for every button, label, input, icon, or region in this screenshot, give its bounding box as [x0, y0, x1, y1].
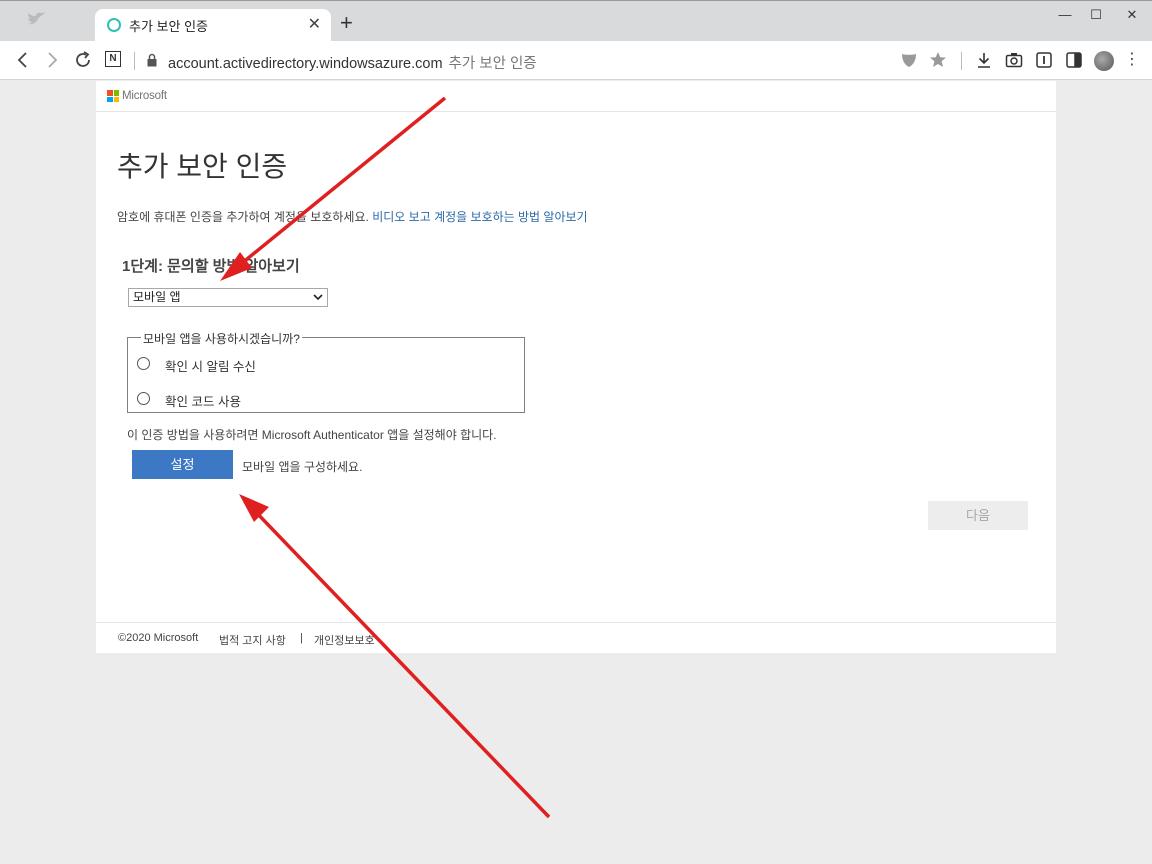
toolbar-divider: [134, 52, 135, 70]
copyright: ©2020 Microsoft: [118, 632, 199, 644]
notion-icon[interactable]: N: [105, 51, 121, 67]
legal-link[interactable]: 법적 고지 사항: [219, 632, 286, 648]
intro-video-link[interactable]: 비디오 보고 계정을 보호하는 방법 알아보기: [372, 210, 587, 224]
microsoft-logo-icon: [107, 90, 119, 102]
intro-text: 암호에 휴대폰 인증을 추가하여 계정을 보호하세요.: [117, 210, 369, 224]
star-icon[interactable]: [928, 50, 948, 70]
brand-name: Microsoft: [122, 90, 167, 102]
browser-titlebar: 추가 보안 인증 ✕ + — ☐ ✕: [0, 0, 1152, 42]
reader-icon[interactable]: [1034, 50, 1054, 70]
footer-divider: |: [300, 632, 303, 644]
radio-label: 확인 시 알림 수신: [165, 360, 256, 374]
chevron-down-icon: [313, 289, 323, 312]
camera-icon[interactable]: [1004, 50, 1024, 70]
url-page-title: 추가 보안 인증: [448, 56, 537, 72]
new-tab-button[interactable]: +: [340, 12, 353, 34]
menu-icon[interactable]: ⋮: [1124, 50, 1140, 70]
url-text: account.activedirectory.windowsazure.com: [168, 56, 443, 72]
setup-description: 모바일 앱을 구성하세요.: [242, 460, 363, 474]
sidebar-icon[interactable]: [1064, 50, 1084, 70]
download-icon[interactable]: [974, 50, 994, 70]
tab-title: 추가 보안 인증: [129, 19, 208, 34]
fieldset-legend: 모바일 앱을 사용하시겠습니까?: [141, 330, 302, 347]
step-heading: 1단계: 문의할 방법 알아보기: [122, 258, 300, 275]
next-button[interactable]: 다음: [928, 501, 1028, 530]
intro-paragraph: 암호에 휴대폰 인증을 추가하여 계정을 보호하세요. 비디오 보고 계정을 보…: [117, 208, 588, 225]
select-value: 모바일 앱: [133, 290, 181, 304]
browser-logo-icon: [28, 12, 46, 25]
close-window-button[interactable]: ✕: [1120, 6, 1144, 24]
page-footer: ©2020 Microsoft 법적 고지 사항 | 개인정보보호: [96, 622, 1056, 653]
tab-close-icon[interactable]: ✕: [308, 14, 321, 34]
shield-icon[interactable]: [899, 50, 919, 70]
page-title: 추가 보안 인증: [117, 151, 288, 182]
browser-toolbar: N account.activedirectory.windowsazure.c…: [0, 41, 1152, 80]
mobile-app-fieldset: 모바일 앱을 사용하시겠습니까? 확인 시 알림 수신 확인 코드 사용: [127, 330, 525, 413]
page-header: Microsoft: [96, 81, 1056, 112]
radio-button[interactable]: [137, 357, 150, 370]
maximize-button[interactable]: ☐: [1084, 6, 1108, 24]
forward-icon[interactable]: [42, 50, 62, 70]
page-content: Microsoft 추가 보안 인증 암호에 휴대폰 인증을 추가하여 계정을 …: [96, 81, 1056, 653]
back-icon[interactable]: [13, 50, 33, 70]
tab-favicon-icon: [107, 18, 121, 32]
radio-button[interactable]: [137, 392, 150, 405]
lock-icon[interactable]: [147, 53, 157, 67]
toolbar-divider-2: [961, 52, 962, 70]
reload-icon[interactable]: [73, 50, 93, 70]
address-bar[interactable]: account.activedirectory.windowsazure.com…: [168, 52, 537, 73]
avatar[interactable]: [1094, 51, 1114, 71]
privacy-link[interactable]: 개인정보보호: [314, 632, 375, 648]
minimize-button[interactable]: —: [1053, 6, 1077, 24]
setup-button[interactable]: 설정: [132, 450, 233, 479]
authenticator-note: 이 인증 방법을 사용하려면 Microsoft Authenticator 앱…: [127, 428, 497, 442]
contact-method-select[interactable]: 모바일 앱: [128, 288, 328, 307]
browser-tab[interactable]: 추가 보안 인증 ✕: [95, 9, 331, 42]
radio-label: 확인 코드 사용: [165, 395, 241, 409]
